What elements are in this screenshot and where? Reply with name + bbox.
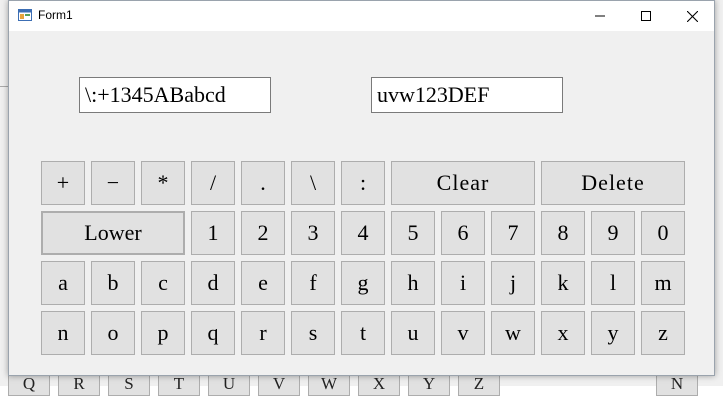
key-6[interactable]: 6 xyxy=(441,211,485,255)
key-j[interactable]: j xyxy=(491,261,535,305)
key-d[interactable]: d xyxy=(191,261,235,305)
key-a[interactable]: a xyxy=(41,261,85,305)
key-x[interactable]: x xyxy=(541,311,585,355)
key-k[interactable]: k xyxy=(541,261,585,305)
key-4[interactable]: 4 xyxy=(341,211,385,255)
key-m[interactable]: m xyxy=(641,261,685,305)
key-s[interactable]: s xyxy=(291,311,335,355)
minimize-icon xyxy=(595,15,605,17)
key-t[interactable]: t xyxy=(341,311,385,355)
key-plus[interactable]: + xyxy=(41,161,85,205)
close-button[interactable] xyxy=(669,1,715,31)
key-z[interactable]: z xyxy=(641,311,685,355)
key-f[interactable]: f xyxy=(291,261,335,305)
minimize-button[interactable] xyxy=(577,1,623,31)
key-p[interactable]: p xyxy=(141,311,185,355)
key-w[interactable]: w xyxy=(491,311,535,355)
text-input-2[interactable]: uvw123DEF xyxy=(371,77,563,113)
key-q[interactable]: q xyxy=(191,311,235,355)
key-3[interactable]: 3 xyxy=(291,211,335,255)
lower-toggle-button[interactable]: Lower xyxy=(41,211,185,255)
window-title: Form1 xyxy=(38,8,73,22)
title-bar[interactable]: Form1 xyxy=(9,1,714,31)
key-1[interactable]: 1 xyxy=(191,211,235,255)
key-i[interactable]: i xyxy=(441,261,485,305)
key-divide[interactable]: / xyxy=(191,161,235,205)
close-icon xyxy=(686,10,698,22)
delete-button[interactable]: Delete xyxy=(541,161,685,205)
key-8[interactable]: 8 xyxy=(541,211,585,255)
key-0[interactable]: 0 xyxy=(641,211,685,255)
key-multiply[interactable]: * xyxy=(141,161,185,205)
key-5[interactable]: 5 xyxy=(391,211,435,255)
key-r[interactable]: r xyxy=(241,311,285,355)
key-h[interactable]: h xyxy=(391,261,435,305)
key-u[interactable]: u xyxy=(391,311,435,355)
key-backslash[interactable]: \ xyxy=(291,161,335,205)
background-divider xyxy=(0,86,8,87)
key-o[interactable]: o xyxy=(91,311,135,355)
key-c[interactable]: c xyxy=(141,261,185,305)
key-2[interactable]: 2 xyxy=(241,211,285,255)
text-input-1[interactable]: \:+1345ABabcd xyxy=(79,77,271,113)
maximize-icon xyxy=(641,11,651,21)
key-g[interactable]: g xyxy=(341,261,385,305)
key-l[interactable]: l xyxy=(591,261,635,305)
key-7[interactable]: 7 xyxy=(491,211,535,255)
key-v[interactable]: v xyxy=(441,311,485,355)
key-n[interactable]: n xyxy=(41,311,85,355)
key-period[interactable]: . xyxy=(241,161,285,205)
key-e[interactable]: e xyxy=(241,261,285,305)
key-colon[interactable]: : xyxy=(341,161,385,205)
key-b[interactable]: b xyxy=(91,261,135,305)
key-9[interactable]: 9 xyxy=(591,211,635,255)
form-window: Form1 \:+1345ABabcd uvw123DEF + − * / . … xyxy=(8,0,715,376)
key-minus[interactable]: − xyxy=(91,161,135,205)
key-y[interactable]: y xyxy=(591,311,635,355)
form-app-icon xyxy=(18,9,32,21)
maximize-button[interactable] xyxy=(623,1,669,31)
clear-button[interactable]: Clear xyxy=(391,161,535,205)
